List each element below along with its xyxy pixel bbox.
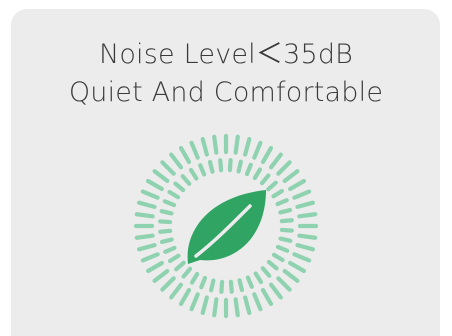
- ring-dash: [178, 145, 192, 165]
- ring-dash: [244, 162, 253, 177]
- noise-level-heading: Noise Level＜35dB: [98, 39, 354, 70]
- ring-dash: [233, 134, 240, 155]
- ring-dash: [279, 218, 294, 224]
- ring-dash: [279, 227, 294, 233]
- ring-dash: [199, 275, 208, 290]
- ring-dash: [292, 189, 312, 200]
- ring-dash: [236, 159, 243, 174]
- ring-dash: [218, 158, 224, 173]
- ring-dash: [160, 276, 176, 292]
- ring-dash: [252, 167, 263, 181]
- ring-dash: [134, 233, 155, 240]
- ring-dash: [243, 295, 252, 316]
- ring-dash: [167, 253, 181, 264]
- ring-dash: [252, 140, 263, 160]
- ring-dash: [189, 271, 200, 285]
- ring-dash: [209, 278, 216, 293]
- ring-dash: [295, 243, 316, 252]
- ring-dash: [260, 266, 272, 278]
- ring-dash: [158, 219, 173, 225]
- ring-dash: [169, 152, 184, 170]
- ring-dash: [181, 266, 193, 279]
- ring-dash: [266, 180, 278, 192]
- ring-dash: [178, 287, 192, 307]
- ring-dash: [198, 163, 207, 177]
- ring-dash: [136, 243, 157, 252]
- ring-dash: [163, 245, 177, 254]
- ring-dash: [180, 174, 192, 186]
- ring-dash: [145, 260, 165, 274]
- ring-dash: [212, 297, 219, 318]
- ring-dash: [152, 169, 170, 184]
- ring-dash: [158, 228, 173, 234]
- ring-dash: [252, 292, 263, 312]
- ring-dash: [189, 140, 200, 160]
- ring-dash: [297, 212, 318, 219]
- ring-dash: [189, 292, 200, 312]
- ring-dash: [278, 207, 293, 215]
- ring-dash: [278, 236, 293, 243]
- ring-dash: [207, 159, 215, 174]
- ring-dash: [276, 160, 292, 176]
- ring-dash: [271, 252, 285, 263]
- ring-dash: [200, 136, 209, 157]
- ring-dash: [174, 260, 186, 272]
- ring-dash: [295, 200, 316, 209]
- ring-dash: [169, 282, 184, 300]
- ring-dash: [167, 189, 181, 200]
- ring-dash: [268, 152, 283, 170]
- ring-dash: [276, 276, 292, 292]
- ring-dash: [292, 252, 312, 263]
- ring-dash: [245, 275, 254, 289]
- ring-dash: [275, 244, 290, 253]
- ring-dash: [152, 268, 170, 283]
- ring-dash: [140, 252, 160, 263]
- ring-dash: [227, 158, 233, 173]
- ring-dash: [259, 173, 271, 186]
- quiet-comfortable-subheading: Quiet And Comfortable: [68, 77, 384, 108]
- ring-dash: [188, 167, 199, 181]
- ring-dash: [219, 279, 225, 294]
- ring-dash: [134, 212, 155, 219]
- ring-dash: [287, 260, 307, 274]
- ring-dash: [282, 268, 300, 283]
- ring-dash: [145, 178, 165, 192]
- ring-dash: [287, 178, 307, 192]
- quiet-leaf-badge: [133, 133, 319, 319]
- ring-dash: [268, 282, 283, 300]
- ring-dash: [212, 134, 219, 155]
- ring-dash: [282, 169, 300, 184]
- ring-dash: [275, 198, 289, 207]
- ring-dash: [260, 145, 274, 165]
- ring-dash: [266, 259, 279, 271]
- ring-dash: [159, 237, 174, 245]
- ring-dash: [159, 209, 174, 216]
- ring-dash: [162, 199, 177, 208]
- ring-dash: [228, 279, 234, 294]
- ring-dash: [297, 233, 318, 240]
- ring-dash: [160, 160, 176, 176]
- ring-dash: [233, 297, 240, 318]
- ring-dash: [243, 136, 252, 157]
- ring-dash: [136, 200, 157, 209]
- ring-dash: [200, 295, 209, 316]
- ring-dash: [271, 188, 285, 199]
- ring-dash: [173, 181, 186, 193]
- ring-dash: [253, 271, 264, 285]
- ring-dash: [237, 278, 245, 293]
- ring-dash: [140, 189, 160, 200]
- ring-dash: [260, 287, 274, 307]
